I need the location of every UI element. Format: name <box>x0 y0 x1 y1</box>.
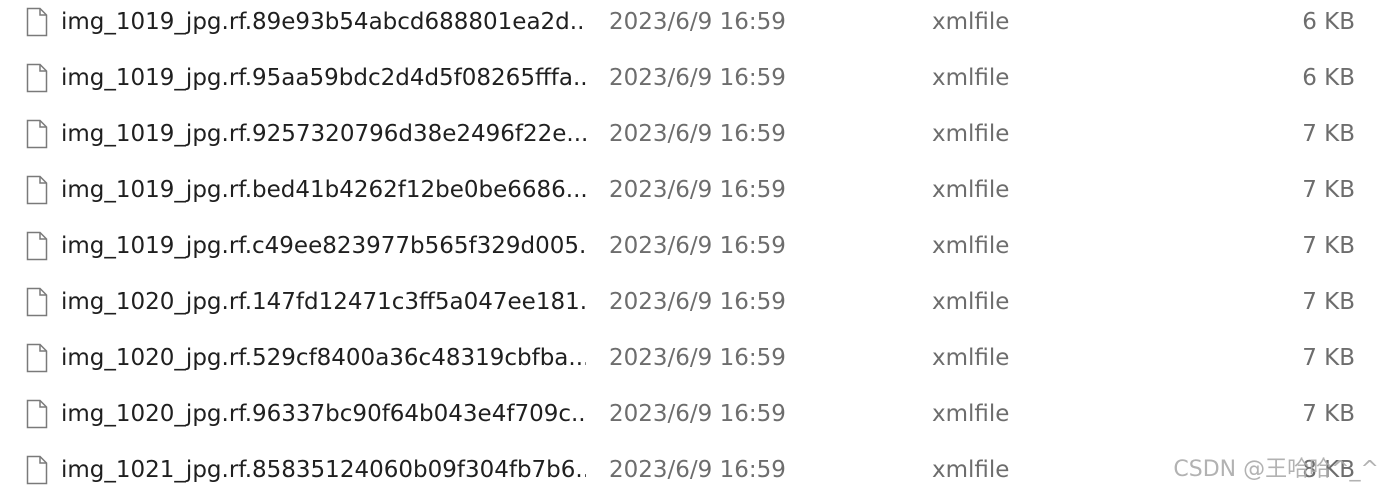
file-row[interactable]: img_1019_jpg.rf.89e93b54abcd688801ea2d..… <box>0 0 1385 55</box>
file-type: xmlfile <box>932 401 1010 427</box>
file-size: 6 KB <box>1302 65 1355 91</box>
file-size: 7 KB <box>1302 289 1355 315</box>
file-size: 7 KB <box>1302 345 1355 371</box>
file-row[interactable]: img_1019_jpg.rf.bed41b4262f12be0be6686..… <box>0 167 1385 223</box>
document-icon <box>26 399 48 429</box>
file-name[interactable]: img_1019_jpg.rf.9257320796d38e2496f22e..… <box>61 119 586 149</box>
document-icon <box>26 63 48 93</box>
file-type: xmlfile <box>932 177 1010 203</box>
document-icon <box>26 455 48 485</box>
file-name[interactable]: img_1019_jpg.rf.95aa59bdc2d4d5f08265fffa… <box>61 63 586 93</box>
document-icon <box>26 343 48 373</box>
watermark: CSDN @王哈哈^_^ <box>1173 457 1379 482</box>
file-row[interactable]: img_1019_jpg.rf.95aa59bdc2d4d5f08265fffa… <box>0 55 1385 111</box>
file-type: xmlfile <box>932 9 1010 35</box>
file-name[interactable]: img_1020_jpg.rf.96337bc90f64b043e4f709c.… <box>61 399 586 429</box>
document-icon <box>26 119 48 149</box>
document-icon <box>26 287 48 317</box>
file-name[interactable]: img_1019_jpg.rf.bed41b4262f12be0be6686..… <box>61 175 586 205</box>
file-size: 7 KB <box>1302 177 1355 203</box>
file-type: xmlfile <box>932 457 1010 483</box>
document-icon <box>26 7 48 37</box>
file-type: xmlfile <box>932 233 1010 259</box>
file-modified-date: 2023/6/9 16:59 <box>609 401 786 427</box>
file-type: xmlfile <box>932 65 1010 91</box>
file-name[interactable]: img_1021_jpg.rf.85835124060b09f304fb7b6.… <box>61 455 586 485</box>
file-row[interactable]: img_1020_jpg.rf.96337bc90f64b043e4f709c.… <box>0 391 1385 447</box>
file-modified-date: 2023/6/9 16:59 <box>609 457 786 483</box>
file-type: xmlfile <box>932 289 1010 315</box>
file-modified-date: 2023/6/9 16:59 <box>609 345 786 371</box>
file-row[interactable]: img_1019_jpg.rf.c49ee823977b565f329d005.… <box>0 223 1385 279</box>
file-size: 7 KB <box>1302 401 1355 427</box>
file-row[interactable]: img_1019_jpg.rf.9257320796d38e2496f22e..… <box>0 111 1385 167</box>
file-name[interactable]: img_1019_jpg.rf.c49ee823977b565f329d005.… <box>61 231 586 261</box>
file-size: 6 KB <box>1302 9 1355 35</box>
file-modified-date: 2023/6/9 16:59 <box>609 177 786 203</box>
file-row[interactable]: img_1020_jpg.rf.529cf8400a36c48319cbfba.… <box>0 335 1385 391</box>
file-name[interactable]: img_1019_jpg.rf.89e93b54abcd688801ea2d..… <box>61 7 586 37</box>
file-size: 7 KB <box>1302 233 1355 259</box>
file-type: xmlfile <box>932 121 1010 147</box>
file-name[interactable]: img_1020_jpg.rf.147fd12471c3ff5a047ee181… <box>61 287 586 317</box>
file-name[interactable]: img_1020_jpg.rf.529cf8400a36c48319cbfba.… <box>61 343 586 373</box>
file-modified-date: 2023/6/9 16:59 <box>609 121 786 147</box>
document-icon <box>26 175 48 205</box>
file-modified-date: 2023/6/9 16:59 <box>609 9 786 35</box>
file-size: 7 KB <box>1302 121 1355 147</box>
document-icon <box>26 231 48 261</box>
file-row[interactable]: img_1020_jpg.rf.147fd12471c3ff5a047ee181… <box>0 279 1385 335</box>
file-type: xmlfile <box>932 345 1010 371</box>
file-modified-date: 2023/6/9 16:59 <box>609 65 786 91</box>
file-modified-date: 2023/6/9 16:59 <box>609 233 786 259</box>
file-modified-date: 2023/6/9 16:59 <box>609 289 786 315</box>
